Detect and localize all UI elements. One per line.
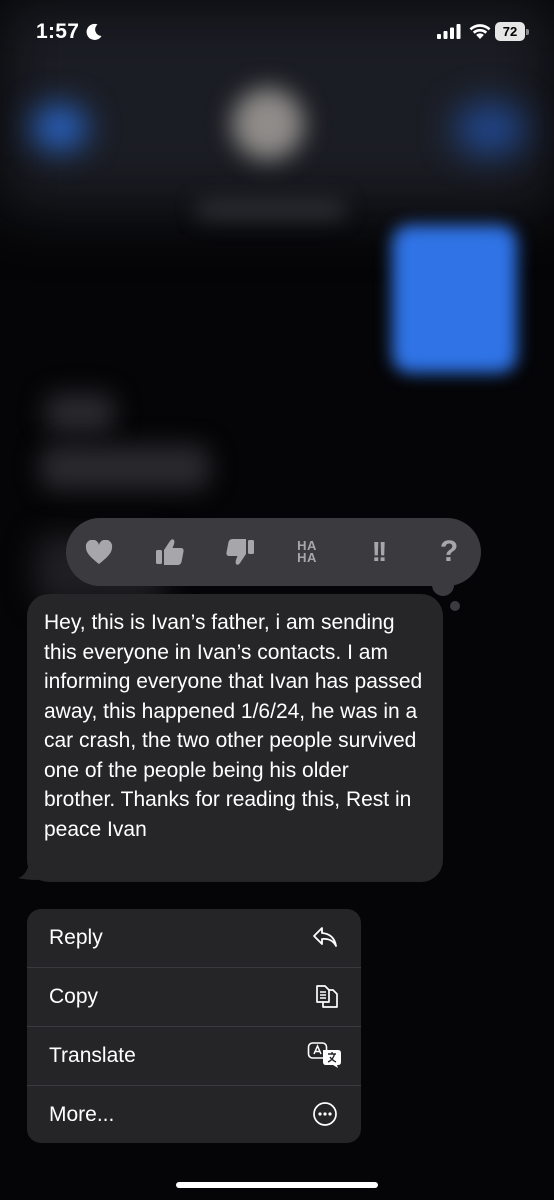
- thumbs-down-icon[interactable]: [224, 536, 256, 568]
- heart-icon[interactable]: [84, 536, 114, 568]
- tapback-bar-tail: [450, 601, 460, 611]
- haha-bottom: HA: [297, 550, 317, 565]
- more-icon: [313, 1102, 337, 1126]
- blurred-video-button: [455, 104, 525, 154]
- cellular-signal-icon: [437, 24, 461, 39]
- status-time: 1:57: [36, 20, 80, 43]
- tapback-bar-tail: [432, 574, 454, 596]
- menu-item-copy[interactable]: Copy: [27, 968, 361, 1026]
- message-text: Hey, this is Ivan’s father, i am sending…: [44, 611, 423, 841]
- menu-item-label: Reply: [49, 926, 103, 949]
- blurred-received-bubble: [45, 393, 115, 433]
- question-icon[interactable]: ?: [436, 535, 462, 568]
- menu-item-label: More...: [49, 1103, 115, 1126]
- blurred-contact-name: [196, 198, 346, 220]
- message-bubble[interactable]: Hey, this is Ivan’s father, i am sending…: [27, 594, 443, 882]
- question-text: ?: [439, 535, 459, 568]
- copy-icon: [316, 985, 338, 1008]
- blurred-received-bubble: [40, 445, 210, 490]
- haha-icon[interactable]: HA HA: [291, 536, 323, 568]
- menu-item-more[interactable]: More...: [27, 1086, 361, 1143]
- exclamation-text: !!: [371, 536, 388, 567]
- tapback-bar: [66, 518, 481, 586]
- battery-tip: [526, 29, 529, 35]
- wifi-icon: [469, 24, 491, 39]
- status-bar: 1:57 72: [0, 0, 554, 60]
- menu-item-label: Copy: [49, 985, 99, 1008]
- menu-item-reply[interactable]: Reply: [27, 909, 361, 967]
- reply-icon: [313, 927, 337, 947]
- moon-icon: [86, 23, 102, 40]
- exclamation-icon[interactable]: !!: [361, 536, 395, 568]
- blurred-avatar: [232, 88, 304, 160]
- battery-indicator: 72: [495, 22, 525, 41]
- menu-item-translate[interactable]: Translate: [27, 1027, 361, 1085]
- blurred-back-button: [32, 105, 87, 150]
- menu-item-label: Translate: [49, 1044, 136, 1067]
- context-menu: Reply Copy Translate More...: [27, 909, 361, 1143]
- thumbs-up-icon[interactable]: [154, 536, 186, 568]
- home-indicator[interactable]: [176, 1182, 378, 1188]
- blurred-sent-bubble: [392, 225, 517, 373]
- translate-icon: [307, 1042, 341, 1068]
